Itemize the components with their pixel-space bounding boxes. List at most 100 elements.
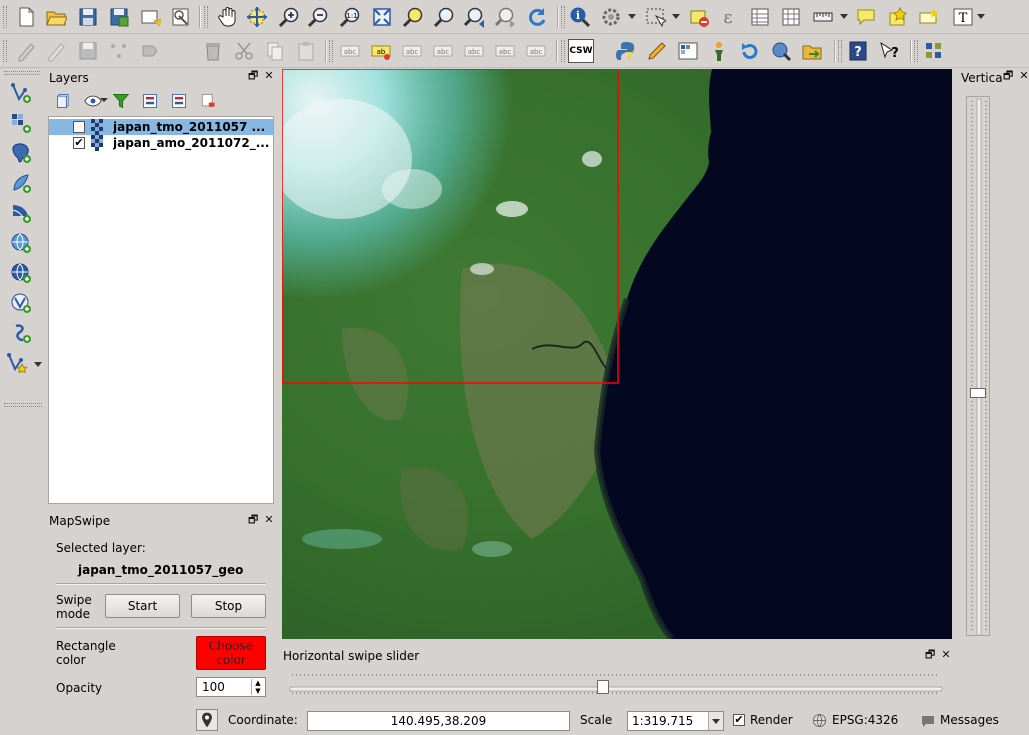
chevron-down-icon[interactable] — [977, 14, 985, 19]
heatmap-icon[interactable] — [675, 38, 701, 64]
toolbar-grip[interactable] — [204, 6, 208, 28]
chevron-down-icon[interactable] — [100, 98, 108, 102]
deselect-icon[interactable] — [686, 4, 712, 30]
save-project-icon[interactable] — [75, 4, 101, 30]
paste-icon[interactable] — [293, 38, 319, 64]
zoom-out-icon[interactable] — [305, 4, 331, 30]
python-console-icon[interactable] — [613, 38, 639, 64]
epsg-label[interactable]: EPSG:4326 — [832, 713, 898, 727]
add-wms-layer-icon[interactable] — [8, 230, 34, 256]
messages-icon[interactable] — [920, 714, 936, 728]
layer-visibility-checkbox[interactable] — [73, 121, 85, 133]
statistics-icon[interactable] — [778, 4, 804, 30]
add-mssql-layer-icon[interactable] — [8, 200, 34, 226]
pan-to-selection-icon[interactable] — [244, 4, 270, 30]
zoom-to-selection-icon[interactable] — [400, 4, 426, 30]
close-icon[interactable]: ✕ — [1019, 70, 1029, 81]
zoom-next-icon[interactable] — [493, 4, 519, 30]
close-icon[interactable]: ✕ — [264, 70, 274, 81]
horizontal-swipe-slider[interactable] — [288, 670, 944, 698]
float-icon[interactable]: 🗗 — [925, 649, 935, 660]
open-project-icon[interactable] — [43, 4, 69, 30]
float-icon[interactable]: 🗗 — [248, 514, 258, 525]
label-change-icon[interactable]: abc — [492, 38, 518, 64]
new-shapefile-layer-icon[interactable] — [4, 350, 30, 376]
new-print-composer-icon[interactable] — [138, 4, 164, 30]
label-rotate-icon[interactable]: abc — [461, 38, 487, 64]
measure-line-icon[interactable]: ε — [715, 4, 741, 30]
toolbar-grip[interactable] — [329, 40, 333, 62]
toolbar-grip[interactable] — [914, 40, 918, 62]
label-icon[interactable] — [915, 4, 941, 30]
text-tool-icon[interactable]: T — [950, 4, 976, 30]
chevron-down-icon[interactable] — [34, 362, 42, 367]
layer-labeling-icon[interactable]: abc — [337, 38, 363, 64]
add-spatialite-layer-icon[interactable] — [8, 170, 34, 196]
scale-combobox[interactable]: 1:319.715 — [627, 711, 724, 731]
toolbar-grip[interactable] — [838, 40, 842, 62]
close-icon[interactable]: ✕ — [264, 514, 274, 525]
zoom-to-layer-icon[interactable] — [431, 4, 457, 30]
opacity-spinbox[interactable]: 100 ▲ ▼ — [196, 677, 266, 697]
person-icon[interactable] — [706, 38, 732, 64]
rotate-icon[interactable] — [737, 38, 763, 64]
select-feature-icon[interactable] — [598, 4, 624, 30]
help-icon[interactable]: ? — [845, 38, 871, 64]
remove-layer-icon[interactable] — [195, 88, 221, 114]
layer-item[interactable]: japan_tmo_2011057 ... — [49, 119, 273, 135]
csw-icon[interactable]: CSW — [568, 39, 594, 63]
measure-icon[interactable] — [810, 4, 836, 30]
digitize-icon[interactable] — [13, 38, 39, 64]
toolbar-grip[interactable] — [4, 71, 40, 75]
chevron-down-icon[interactable] — [840, 14, 848, 19]
geoprocessing-icon[interactable] — [768, 38, 794, 64]
close-icon[interactable]: ✕ — [941, 649, 951, 660]
edit-pencil-icon[interactable] — [43, 38, 69, 64]
zoom-full-icon[interactable] — [369, 4, 395, 30]
text-annotation-icon[interactable] — [884, 4, 910, 30]
start-button[interactable]: Start — [105, 594, 180, 618]
zoom-actual-icon[interactable]: 1:1 — [337, 4, 363, 30]
render-checkbox[interactable]: ✔ — [733, 714, 745, 726]
float-icon[interactable]: 🗗 — [1003, 70, 1013, 81]
toolbar-grip[interactable] — [4, 403, 42, 407]
vertical-slider-handle[interactable] — [970, 388, 986, 399]
zoom-last-icon[interactable] — [462, 4, 488, 30]
new-project-icon[interactable] — [13, 4, 39, 30]
layer-item[interactable]: ✔ japan_amo_2011072_... — [49, 135, 273, 151]
pan-icon[interactable] — [215, 4, 241, 30]
toolbar-grip[interactable] — [3, 40, 7, 62]
add-vector-layer-icon[interactable] — [8, 80, 34, 106]
label-properties-icon[interactable]: abc — [523, 38, 549, 64]
map-canvas[interactable] — [282, 69, 952, 639]
coordinate-field[interactable]: 140.495,38.209 — [307, 711, 570, 731]
add-wfs-layer-icon[interactable] — [8, 290, 34, 316]
identify-icon[interactable]: i — [567, 4, 593, 30]
delete-icon[interactable] — [200, 38, 226, 64]
refresh-icon[interactable] — [524, 4, 550, 30]
chevron-down-icon[interactable] — [708, 712, 723, 730]
toolbar-grip[interactable] — [561, 6, 565, 28]
float-icon[interactable]: 🗗 — [248, 70, 258, 81]
add-delimited-text-layer-icon[interactable] — [8, 320, 34, 346]
toggle-extents-icon[interactable] — [196, 709, 218, 731]
export-icon[interactable] — [799, 38, 825, 64]
choose-color-button[interactable]: Choose color — [196, 636, 266, 670]
copy-icon[interactable] — [262, 38, 288, 64]
save-edits-icon[interactable] — [75, 38, 101, 64]
add-raster-layer-icon[interactable] — [8, 110, 34, 136]
cut-icon[interactable] — [231, 38, 257, 64]
messages-label[interactable]: Messages — [940, 713, 999, 727]
expand-all-icon[interactable] — [137, 88, 163, 114]
add-postgis-layer-icon[interactable] — [8, 140, 34, 166]
stop-button[interactable]: Stop — [191, 594, 266, 618]
vertical-swipe-slider[interactable] — [966, 96, 990, 636]
add-feature-icon[interactable] — [106, 38, 132, 64]
filter-legend-icon[interactable] — [108, 88, 134, 114]
chevron-down-icon[interactable] — [628, 14, 636, 19]
move-feature-icon[interactable] — [138, 38, 164, 64]
label-pin-icon[interactable]: ab — [368, 38, 394, 64]
zoom-in-icon[interactable] — [276, 4, 302, 30]
chevron-down-icon[interactable] — [672, 14, 680, 19]
label-show-hide-icon[interactable]: abc — [399, 38, 425, 64]
